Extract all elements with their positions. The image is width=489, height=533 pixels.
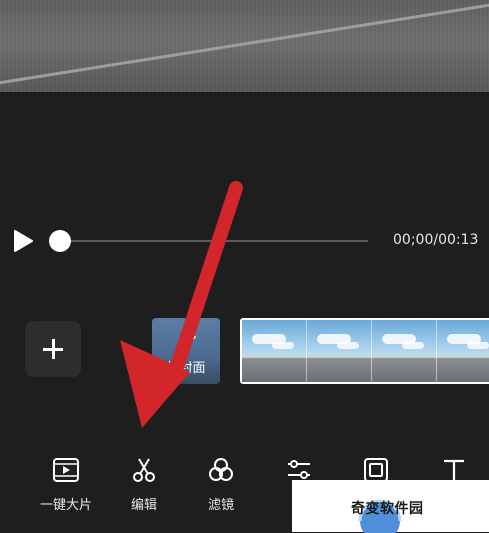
tool-edit[interactable]: 编辑 xyxy=(106,455,182,513)
play-icon xyxy=(14,230,33,252)
play-button[interactable] xyxy=(12,229,34,253)
pencil-icon xyxy=(179,332,196,349)
video-clip-track[interactable] xyxy=(240,318,489,384)
tool-label: 一键大片 xyxy=(39,498,92,513)
filter-icon xyxy=(209,458,233,481)
tool-label: 滤镜 xyxy=(207,498,234,513)
video-preview xyxy=(0,0,489,92)
playback-bar: 00;00/00:13 xyxy=(0,222,489,260)
tool-filter[interactable]: 滤镜 xyxy=(183,455,259,513)
progress-knob[interactable] xyxy=(49,230,71,252)
clip-frame xyxy=(372,320,437,382)
clip-frame xyxy=(242,320,307,382)
add-clip-button[interactable] xyxy=(25,321,81,377)
film-icon xyxy=(53,458,79,482)
cover-label: 编封面 xyxy=(166,361,206,376)
progress-track[interactable] xyxy=(60,240,368,242)
tool-label: 编辑 xyxy=(130,498,157,513)
tool-one-click-video[interactable]: 一键大片 xyxy=(28,455,104,513)
clip-frame xyxy=(437,320,489,382)
clip-frame xyxy=(307,320,372,382)
watermark-text: 奇变软件园 xyxy=(351,501,424,517)
time-readout: 00;00/00:13 xyxy=(393,232,479,248)
scissors-icon xyxy=(133,458,155,482)
